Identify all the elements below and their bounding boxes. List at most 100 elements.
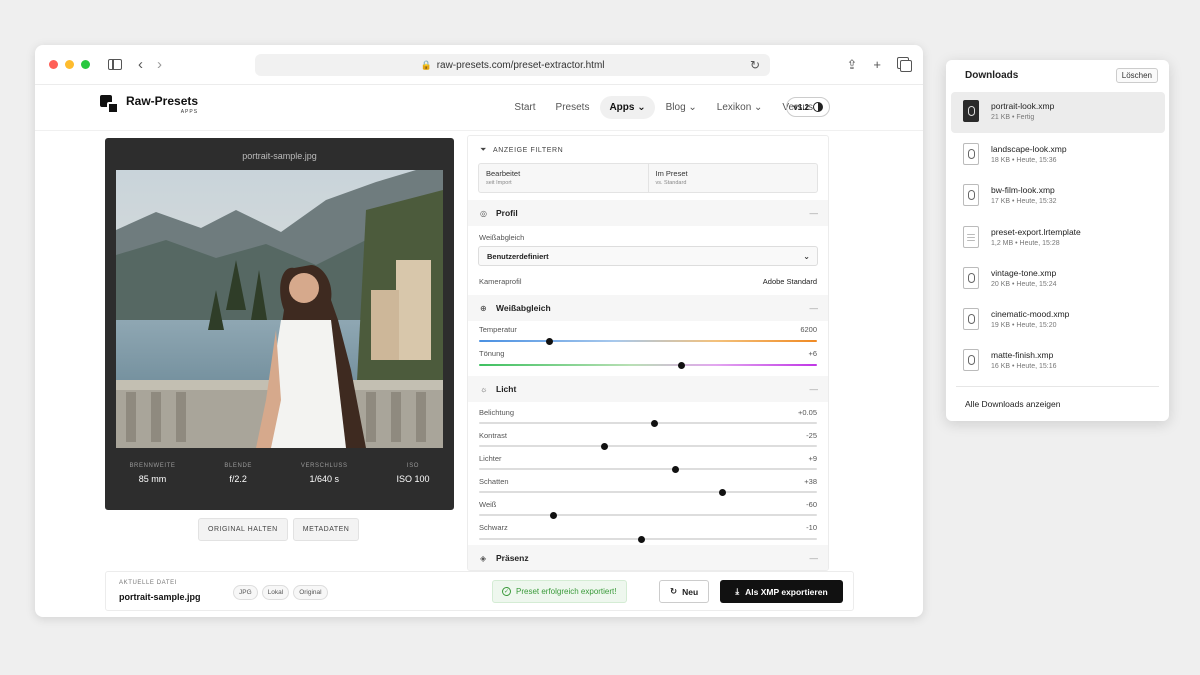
highlights-value: +9 [808,454,817,463]
nav-start[interactable]: Start [505,96,544,119]
divider [956,386,1159,387]
logo-name: Raw-Presets [126,94,199,108]
contrast-slider[interactable] [479,442,817,450]
hold-original-button[interactable]: ORIGINAL HALTEN [198,518,288,541]
nav-presets[interactable]: Presets [547,96,599,119]
photo-preview-panel: portrait-sample.jpg BRENNWEITE 85 mm BLE… [105,138,454,510]
version-label: v1.2 [793,102,809,112]
xmp-file-icon [963,184,979,206]
slider-thumb[interactable] [651,419,659,427]
temperature-slider[interactable] [479,337,817,345]
downloads-popover: Downloads Löschen portrait-look.xmp 21 K… [946,60,1169,421]
refresh-icon: ↻ [670,586,678,596]
exif-aperture: BLENDE f/2.2 [224,463,252,484]
slider-thumb[interactable] [678,361,686,369]
section-weissabgleich-header[interactable]: ⊕ Weißabgleich — [468,295,828,321]
exif-shutter: VERSCHLUSS 1/640 s [300,463,348,484]
metadata-button[interactable]: METADATEN [292,518,360,541]
site-nav: Start Presets Apps ⌄ Blog ⌄ Lexikon ⌄ Ve… [505,96,822,119]
exposure-value: +0.05 [798,408,817,417]
share-icon[interactable]: ⇪ [847,57,858,73]
filter-funnel-icon: ⏷ [480,145,487,154]
slider-thumb[interactable] [671,465,679,473]
tab-overview-icon[interactable] [897,57,912,72]
forward-arrow-icon[interactable]: › [157,57,162,72]
new-button[interactable]: ↻ Neu [659,580,710,603]
download-item[interactable]: preset-export.lrtemplate 1,2 MB • Heute,… [951,218,1165,259]
address-bar[interactable]: 🔒 raw-presets.com/preset-extractor.html … [255,54,770,76]
filter-title: ANZEIGE FILTERN [493,146,564,154]
download-item[interactable]: portrait-look.xmp 21 KB • Fertig [951,92,1165,133]
sidebar-toggle-icon[interactable] [108,59,122,70]
xmp-file-icon [963,267,979,289]
slider-thumb[interactable] [637,535,645,543]
template-file-icon [963,226,979,248]
whites-slider[interactable] [479,511,817,519]
shadows-slider[interactable] [479,488,817,496]
download-item[interactable]: landscape-look.xmp 18 KB • Heute, 15:36 [951,135,1165,176]
highlights-label: Lichter [479,454,502,463]
temperature-value: 6200 [800,325,817,334]
photo-filename: portrait-sample.jpg [242,151,317,161]
filter-edited[interactable]: Bearbeitet seit Import [479,164,649,192]
download-item[interactable]: bw-film-look.xmp 17 KB • Heute, 15:32 [951,176,1165,217]
slider-thumb[interactable] [600,442,608,450]
tint-value: +6 [808,349,817,358]
exif-focal-length: BRENNWEITE 85 mm [129,463,176,484]
blacks-slider[interactable] [479,535,817,543]
browser-actions: ⇪ + [847,57,912,73]
whites-label: Weiß [479,500,497,509]
theme-toggle-icon [813,102,823,112]
export-xmp-button[interactable]: ⤓ Als XMP exportieren [720,580,843,603]
tag-location: Lokal [261,585,290,600]
filter-header: ⏷ ANZEIGE FILTERN [468,136,828,155]
version-theme-toggle[interactable]: v1.2 [786,97,830,117]
back-arrow-icon[interactable]: ‹ [138,57,143,72]
section-licht-header[interactable]: ☼ Licht — [468,376,828,402]
maximize-window-button[interactable] [81,60,90,69]
minimize-window-button[interactable] [65,60,74,69]
collapse-icon[interactable]: — [810,384,819,394]
download-item[interactable]: matte-finish.xmp 16 KB • Heute, 15:16 [951,341,1165,382]
white-balance-select[interactable]: Benutzerdefiniert ⌄ [478,246,818,266]
close-window-button[interactable] [49,60,58,69]
file-tags: JPG Lokal Original [233,585,328,600]
site-logo[interactable]: Raw-Presets APPS [100,95,198,115]
collapse-icon[interactable]: — [810,303,819,313]
show-all-downloads-link[interactable]: Alle Downloads anzeigen [965,399,1060,409]
settings-panel: ⏷ ANZEIGE FILTERN Bearbeitet seit Import… [467,135,829,571]
blacks-label: Schwarz [479,523,508,532]
export-success-message: ✓ Preset erfolgreich exportiert! [492,580,627,603]
camera-profile-value[interactable]: Adobe Standard [763,277,817,286]
download-item[interactable]: vintage-tone.xmp 20 KB • Heute, 15:24 [951,259,1165,300]
collapse-icon[interactable]: — [810,208,819,218]
exposure-slider[interactable] [479,419,817,427]
nav-apps[interactable]: Apps ⌄ [600,96,655,119]
tint-slider[interactable] [479,361,817,369]
nav-lexikon[interactable]: Lexikon ⌄ [708,96,772,119]
slider-thumb[interactable] [549,511,557,519]
exif-info: BRENNWEITE 85 mm BLENDE f/2.2 VERSCHLUSS 1/… [105,463,454,484]
section-praesenz-header[interactable]: ◈ Präsenz — [468,545,828,570]
reload-icon[interactable]: ↻ [750,58,760,72]
filter-in-preset[interactable]: Im Preset vs. Standard [649,164,818,192]
downloads-title: Downloads [965,70,1019,81]
check-circle-icon: ✓ [502,587,511,596]
download-icon: ⤓ [735,586,740,596]
collapse-icon[interactable]: — [810,553,819,563]
xmp-file-icon [963,349,979,371]
slider-thumb[interactable] [546,337,554,345]
slider-thumb[interactable] [718,488,726,496]
download-item[interactable]: cinematic-mood.xmp 19 KB • Heute, 15:20 [951,300,1165,341]
section-profil-header[interactable]: ◎ Profil — [468,200,828,226]
new-tab-icon[interactable]: + [873,57,881,73]
filter-options: Bearbeitet seit Import Im Preset vs. Sta… [478,163,818,193]
exposure-label: Belichtung [479,408,515,417]
shadows-label: Schatten [479,477,509,486]
clear-downloads-button[interactable]: Löschen [1115,68,1158,83]
blacks-value: -10 [806,523,817,532]
sun-icon: ☼ [480,384,488,394]
portrait-photo [116,170,443,448]
nav-blog[interactable]: Blog ⌄ [657,96,706,119]
highlights-slider[interactable] [479,465,817,473]
